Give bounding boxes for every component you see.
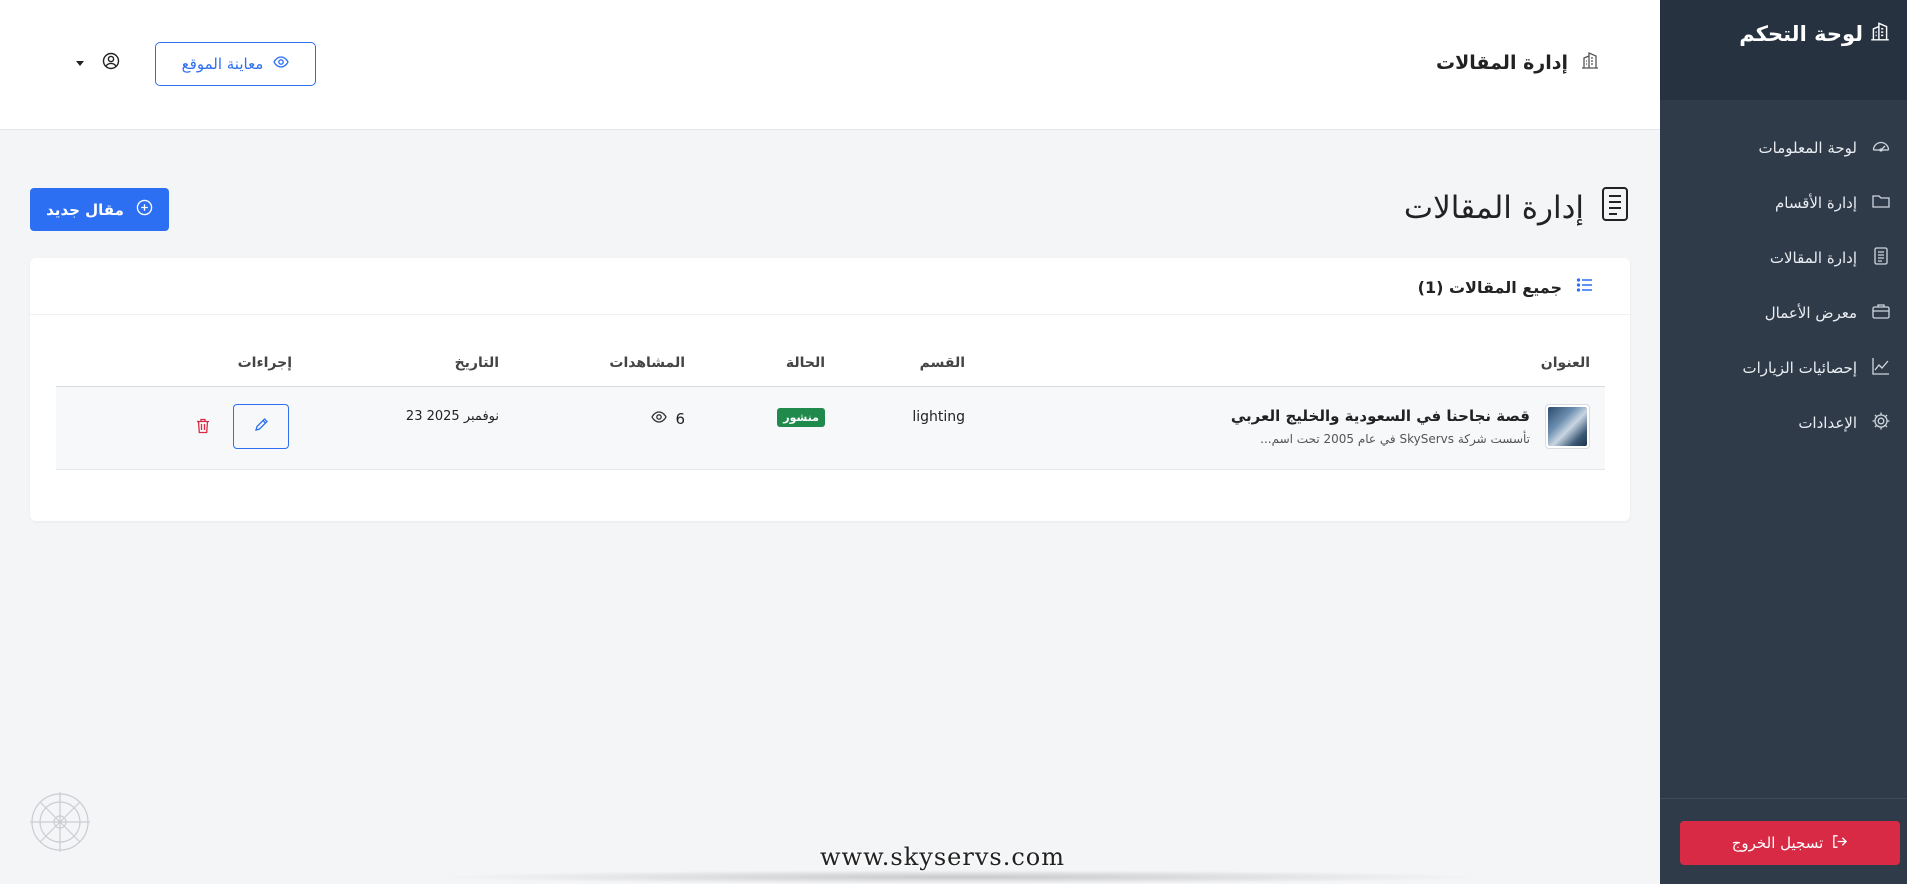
eye-icon <box>651 409 668 429</box>
new-article-label: مقال جديد <box>46 200 124 219</box>
sidebar-item-label: لوحة المعلومات <box>1758 138 1858 157</box>
plus-circle-icon <box>136 199 153 220</box>
card-title: جميع المقالات (1) <box>1418 276 1594 298</box>
bottom-shadow <box>430 870 1490 884</box>
preview-site-button[interactable]: معاينة الموقع <box>155 42 316 86</box>
article-title[interactable]: قصة نجاحنا في السعودية والخليج العربي <box>1231 407 1530 425</box>
sidebar: لوحة التحكم لوحة المعلومات إدارة الأقسام… <box>1660 0 1907 884</box>
sidebar-nav: لوحة المعلومات إدارة الأقسام إدارة المقا… <box>1660 120 1907 450</box>
document-icon <box>1600 186 1630 230</box>
logout-icon <box>1831 833 1848 854</box>
sidebar-item-label: إدارة المقالات <box>1769 248 1857 267</box>
column-header-title: العنوان <box>1540 355 1590 371</box>
topbar-title-text: إدارة المقالات <box>1436 51 1568 74</box>
delete-button[interactable] <box>196 418 210 438</box>
article-category: lighting <box>912 409 965 425</box>
sidebar-item-label: إحصائيات الزيارات <box>1742 358 1857 377</box>
eye-icon <box>273 54 290 74</box>
top-bar: إدارة المقالات معاينة الموقع <box>0 0 1660 130</box>
articles-card: جميع المقالات (1) العنوان القسم الحالة ا… <box>30 258 1630 521</box>
building-icon <box>1869 20 1891 47</box>
trash-icon <box>196 418 210 438</box>
column-header-date: التاريخ <box>454 355 499 371</box>
status-badge: منشور <box>777 408 825 427</box>
new-article-button[interactable]: مقال جديد <box>30 188 169 231</box>
column-header-status: الحالة <box>785 355 825 371</box>
views-count: 6 <box>675 410 685 428</box>
sidebar-item-label: إدارة الأقسام <box>1774 193 1857 212</box>
topbar-title: إدارة المقالات <box>1436 50 1600 75</box>
table-header: العنوان القسم الحالة المشاهدات التاريخ إ… <box>56 337 1605 387</box>
logout-area: تسجيل الخروج <box>1660 798 1907 884</box>
user-circle-icon <box>102 52 120 74</box>
edit-button[interactable] <box>233 404 289 449</box>
column-header-actions: إجراءات <box>237 355 292 371</box>
article-date: 23 نوفمبر 2025 <box>405 409 499 424</box>
user-menu[interactable] <box>76 52 120 74</box>
chart-line-icon <box>1871 356 1891 380</box>
caret-down-icon <box>76 60 84 66</box>
speedometer-icon <box>1871 136 1891 160</box>
sidebar-item-settings[interactable]: الإعدادات <box>1660 395 1907 450</box>
building-icon <box>1580 50 1600 75</box>
column-header-category: القسم <box>919 355 965 371</box>
sidebar-item-statistics[interactable]: إحصائيات الزيارات <box>1660 340 1907 395</box>
card-header: جميع المقالات (1) <box>30 258 1630 315</box>
page-title: إدارة المقالات <box>1404 186 1630 230</box>
brand: لوحة التحكم <box>1676 20 1891 47</box>
sidebar-item-categories[interactable]: إدارة الأقسام <box>1660 175 1907 230</box>
brand-title: لوحة التحكم <box>1739 21 1863 46</box>
briefcase-icon <box>1871 301 1891 325</box>
article-excerpt: تأسست شركة SkyServs في عام 2005 تحت اسم.… <box>1260 432 1530 446</box>
column-header-views: المشاهدات <box>609 355 685 371</box>
logout-button[interactable]: تسجيل الخروج <box>1680 821 1900 865</box>
watermark: www.skyservs.com <box>820 843 1065 871</box>
sidebar-item-label: معرض الأعمال <box>1764 303 1857 322</box>
sidebar-header: لوحة التحكم <box>1660 0 1907 100</box>
card-title-text: جميع المقالات (1) <box>1417 277 1562 297</box>
article-thumbnail <box>1545 404 1590 449</box>
article-views: 6 <box>651 409 685 429</box>
sidebar-item-dashboard[interactable]: لوحة المعلومات <box>1660 120 1907 175</box>
table-row[interactable]: قصة نجاحنا في السعودية والخليج العربي تأ… <box>56 387 1605 470</box>
compass-seal-icon <box>28 790 92 854</box>
list-icon <box>1576 276 1594 298</box>
logout-label: تسجيل الخروج <box>1731 834 1824 852</box>
preview-site-label: معاينة الموقع <box>181 55 264 73</box>
pencil-icon <box>254 417 269 436</box>
sidebar-item-label: الإعدادات <box>1798 413 1857 432</box>
articles-table: العنوان القسم الحالة المشاهدات التاريخ إ… <box>56 337 1605 470</box>
folder-icon <box>1871 191 1891 215</box>
gear-icon <box>1871 411 1891 435</box>
sidebar-item-articles[interactable]: إدارة المقالات <box>1660 230 1907 285</box>
document-icon <box>1871 246 1891 270</box>
sidebar-item-portfolio[interactable]: معرض الأعمال <box>1660 285 1907 340</box>
page-title-text: إدارة المقالات <box>1403 190 1584 226</box>
